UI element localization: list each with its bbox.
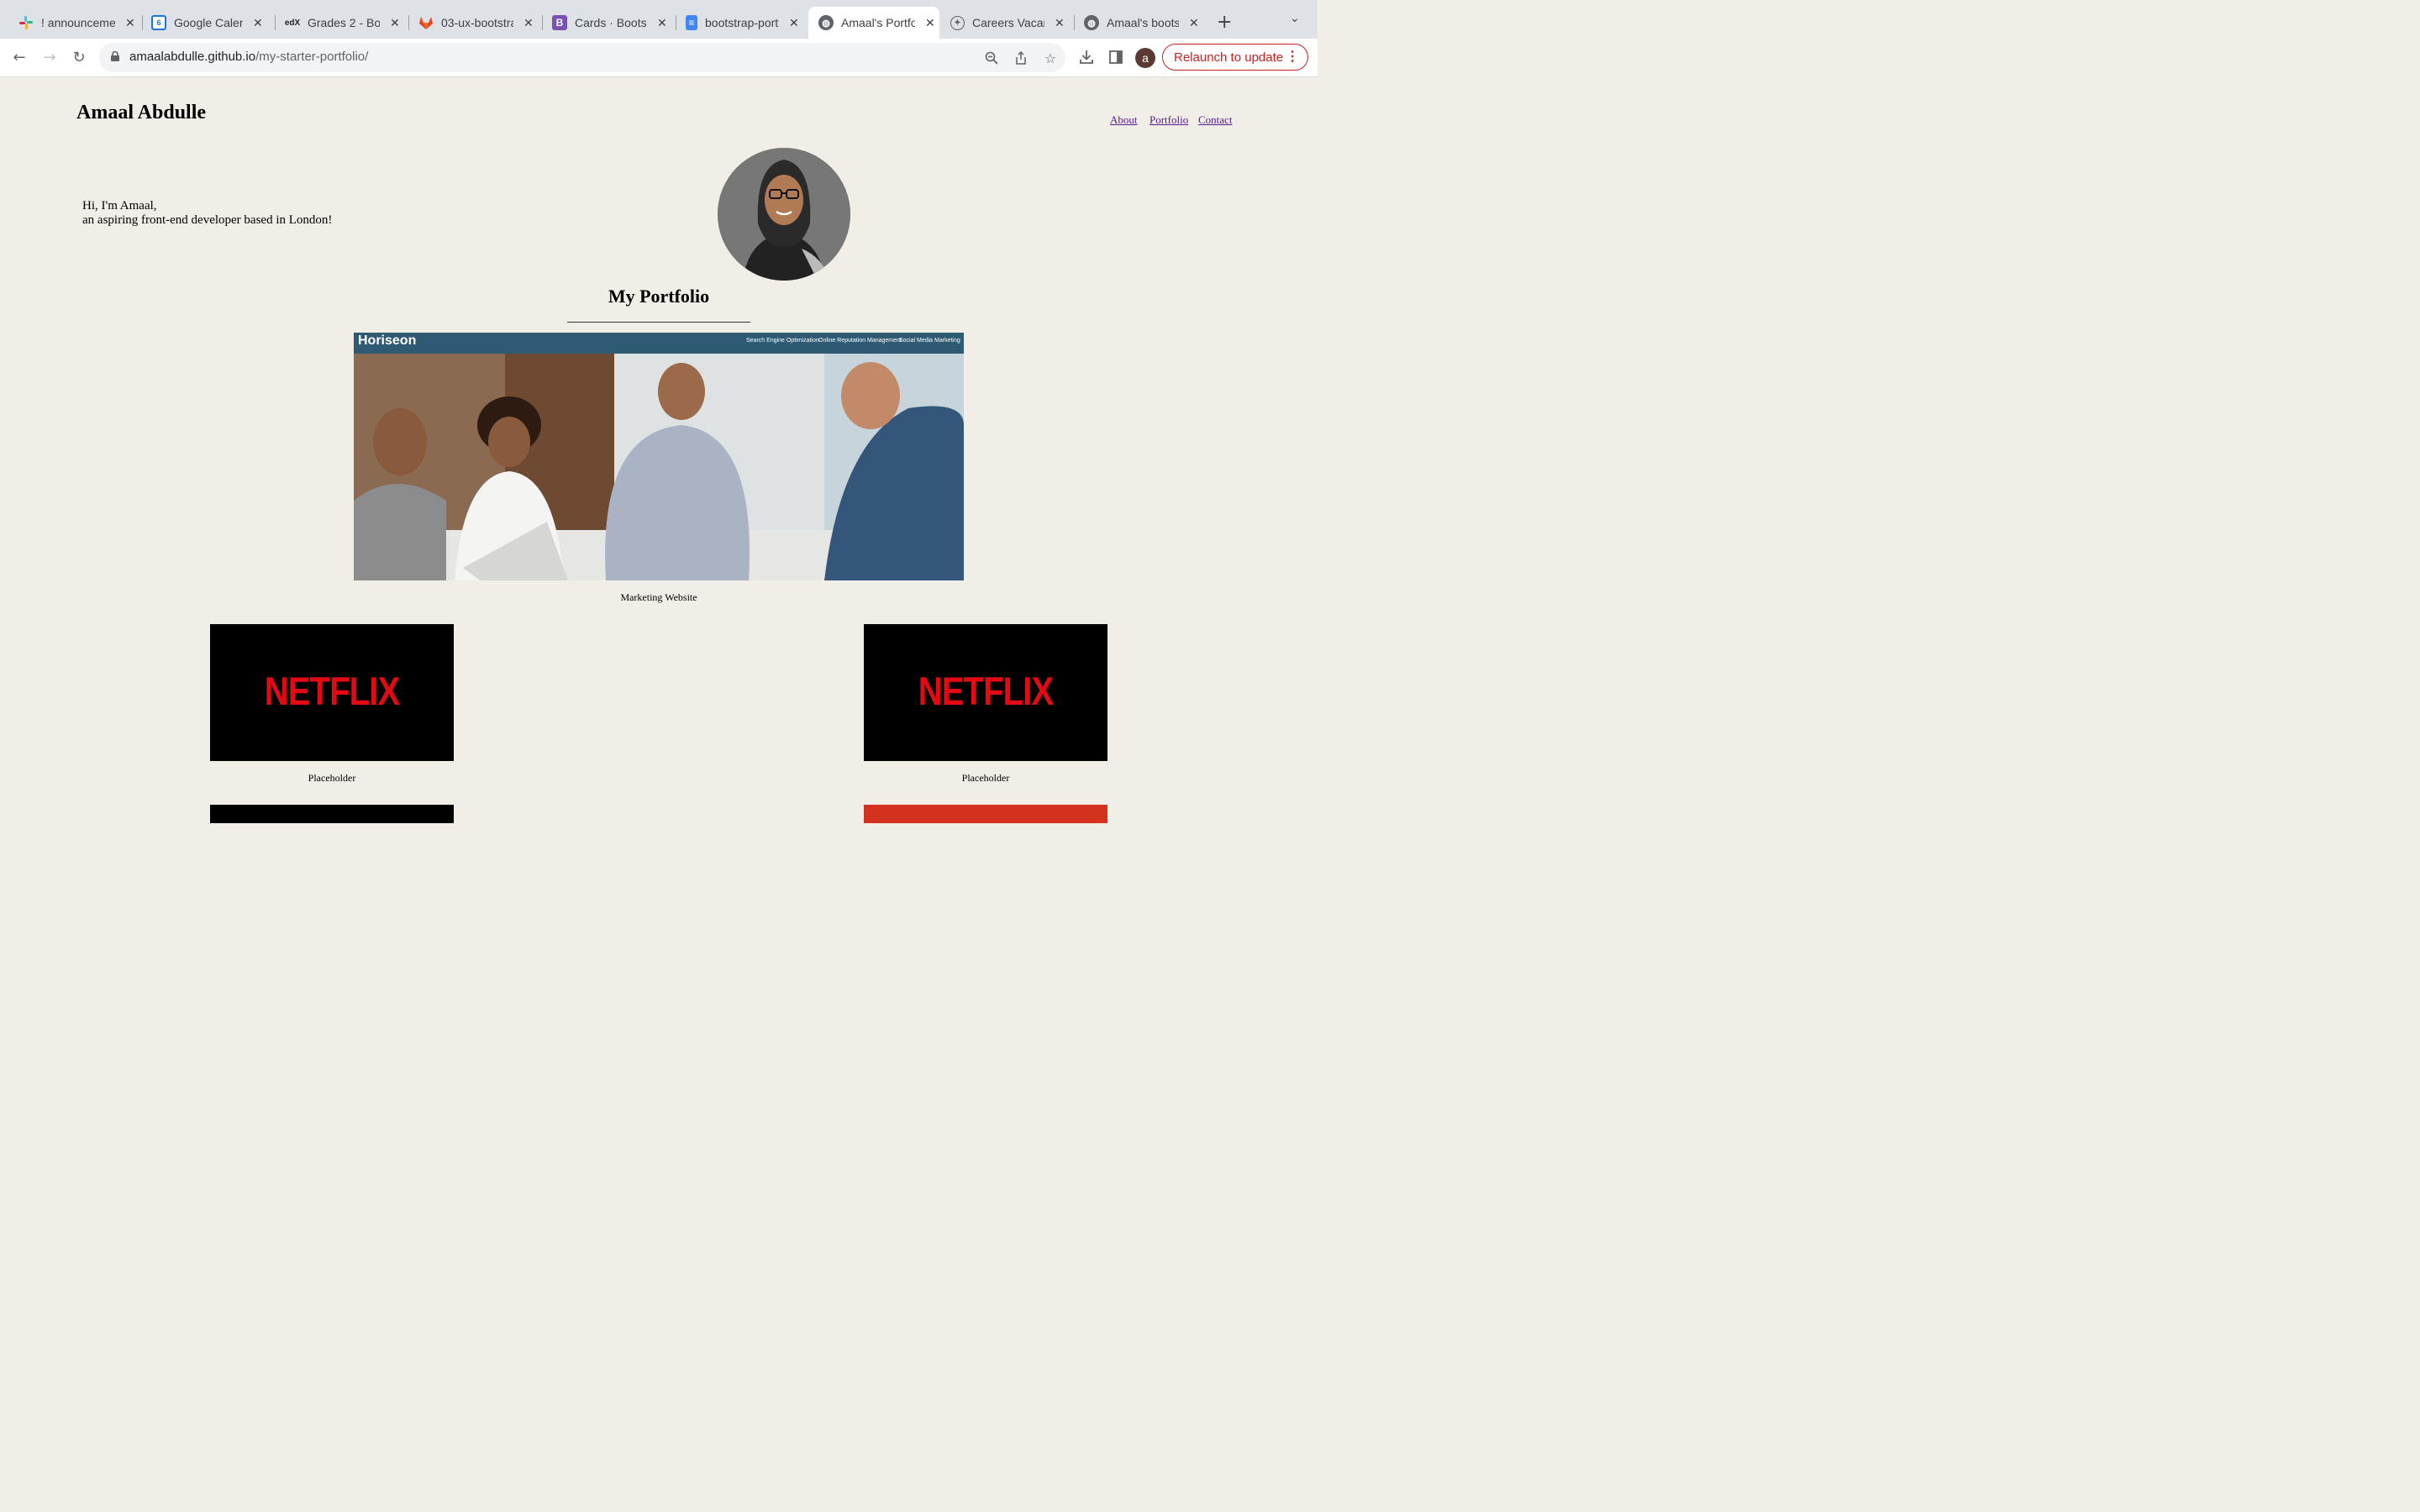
- hero-logo: Horiseon: [358, 333, 417, 348]
- tab-active-portfolio[interactable]: ◍ Amaal's Portfolio ✕: [808, 7, 939, 39]
- tab-title: Careers Vacancies: [972, 16, 1044, 29]
- gitlab-icon: [418, 15, 434, 30]
- project-thumbnail[interactable]: [210, 805, 454, 823]
- close-icon[interactable]: ✕: [925, 16, 935, 30]
- side-panel-icon[interactable]: [1107, 48, 1125, 66]
- browser-toolbar: ← → ↻ amaalabdulle.github.io/my-starter-…: [0, 39, 1318, 77]
- project-thumbnail[interactable]: NETFLIX: [210, 624, 454, 761]
- intro-line-1: Hi, I'm Amaal,: [82, 199, 157, 213]
- portfolio-heading: My Portfolio: [608, 286, 710, 307]
- tab-gitlab[interactable]: 03-ux-bootstrap ✕: [418, 7, 543, 39]
- tab-docs[interactable]: ≡ bootstrap-portfolio ✕: [686, 7, 810, 39]
- docs-icon: ≡: [686, 15, 697, 30]
- tab-strip: ! announcements ✕ 6 Google Calendar ✕ ed…: [0, 0, 1318, 39]
- tab-calendar[interactable]: 6 Google Calendar ✕: [151, 7, 276, 39]
- close-icon[interactable]: ✕: [390, 16, 400, 30]
- tab-title: bootstrap-portfolio: [705, 16, 779, 29]
- hero-link: Social Media Marketing: [899, 338, 960, 344]
- featured-project-caption: Marketing Website: [620, 591, 697, 603]
- address-bar[interactable]: amaalabdulle.github.io/my-starter-portfo…: [99, 43, 1065, 72]
- zoom-icon[interactable]: [984, 50, 999, 66]
- nav-link-portfolio[interactable]: Portfolio: [1150, 113, 1188, 127]
- tab-title: Google Calendar: [174, 16, 243, 29]
- netflix-logo: NETFLIX: [264, 669, 400, 713]
- slack-icon: [18, 15, 34, 30]
- close-icon[interactable]: ✕: [1189, 16, 1199, 30]
- hero-link: Search Engine Optimization: [746, 338, 819, 344]
- tab-search-chevron-icon[interactable]: ⌄: [1290, 12, 1300, 25]
- heading-divider: [567, 322, 750, 323]
- download-icon[interactable]: [1077, 48, 1096, 66]
- nav-link-about[interactable]: About: [1110, 113, 1138, 127]
- close-icon[interactable]: ✕: [523, 16, 534, 30]
- project-thumbnail[interactable]: [864, 805, 1107, 823]
- forward-arrow-icon[interactable]: →: [39, 47, 60, 67]
- lock-icon: [111, 51, 119, 61]
- tab-bootstrap-portfolio[interactable]: ◍ Amaal's bootstrap ✕: [1084, 7, 1202, 39]
- nav-link-contact[interactable]: Contact: [1198, 113, 1232, 127]
- close-icon[interactable]: ✕: [1055, 16, 1065, 30]
- tab-title: Cards · Bootstrap: [575, 16, 647, 29]
- share-icon[interactable]: [1013, 50, 1028, 66]
- intro-text: Hi, I'm Amaal, an aspiring front-end dev…: [82, 199, 332, 228]
- profile-avatar[interactable]: a: [1135, 48, 1155, 68]
- tab-slack[interactable]: ! announcements ✕: [18, 7, 143, 39]
- more-menu-icon[interactable]: ⋮: [1286, 48, 1299, 65]
- project-thumbnail[interactable]: NETFLIX: [864, 624, 1107, 761]
- edx-icon: edX: [284, 18, 301, 28]
- project-caption: Placeholder: [961, 772, 1010, 784]
- bookmark-star-icon[interactable]: ☆: [1043, 50, 1058, 66]
- back-arrow-icon[interactable]: ←: [9, 47, 29, 67]
- close-icon[interactable]: ✕: [657, 16, 667, 30]
- tab-title: 03-ux-bootstrap: [441, 16, 513, 29]
- bootstrap-icon: B: [552, 15, 567, 30]
- tab-bootstrap-cards[interactable]: B Cards · Bootstrap ✕: [552, 7, 676, 39]
- globe-icon: ◍: [1084, 15, 1099, 30]
- url-path: /my-starter-portfolio/: [255, 50, 369, 64]
- project-caption: Placeholder: [308, 772, 356, 784]
- intro-line-2: an aspiring front-end developer based in…: [82, 213, 333, 227]
- url-text[interactable]: amaalabdulle.github.io/my-starter-portfo…: [129, 50, 368, 64]
- close-icon[interactable]: ✕: [253, 16, 263, 30]
- url-domain: amaalabdulle.github.io: [129, 50, 256, 64]
- tab-title: Amaal's bootstrap: [1107, 16, 1179, 29]
- profile-photo: [718, 148, 850, 281]
- mercedes-icon: ✦: [950, 15, 965, 30]
- calendar-icon: 6: [151, 15, 166, 30]
- relaunch-label: Relaunch to update: [1174, 50, 1284, 65]
- site-title: Amaal Abdulle: [76, 102, 207, 123]
- tab-careers[interactable]: ✦ Careers Vacancies ✕: [950, 7, 1075, 39]
- tab-title: Amaal's Portfolio: [841, 16, 915, 29]
- netflix-logo: NETFLIX: [918, 669, 1054, 713]
- relaunch-button[interactable]: Relaunch to update ⋮: [1162, 44, 1308, 71]
- featured-project-image[interactable]: Horiseon Search Engine Optimization Onli…: [354, 333, 964, 580]
- close-icon[interactable]: ✕: [789, 16, 799, 30]
- new-tab-plus-icon[interactable]: +: [1217, 12, 1232, 33]
- close-icon[interactable]: ✕: [125, 16, 135, 30]
- hero-link: Online Reputation Management: [818, 338, 902, 344]
- tab-title: Grades 2 - Bootcamp: [308, 16, 380, 29]
- globe-icon: ◍: [818, 15, 834, 30]
- tab-grades[interactable]: edX Grades 2 - Bootcamp ✕: [284, 7, 409, 39]
- reload-icon[interactable]: ↻: [69, 47, 89, 67]
- tab-title: ! announcements: [41, 16, 115, 29]
